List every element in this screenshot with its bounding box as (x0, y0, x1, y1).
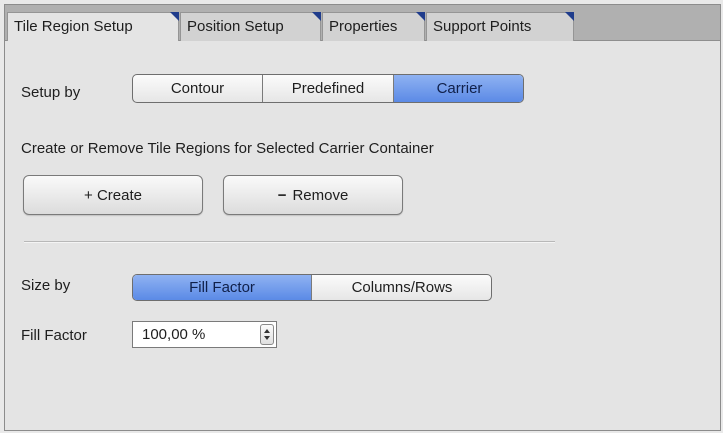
setup-by-contour-option[interactable]: Contour (133, 75, 263, 102)
spin-up-icon[interactable] (264, 329, 270, 333)
size-by-fill-factor-option[interactable]: Fill Factor (133, 275, 312, 300)
tab-support-points[interactable]: Support Points (426, 12, 574, 41)
tab-label: Tile Region Setup (14, 18, 133, 35)
tab-bar: Tile Region Setup Position Setup Propert… (5, 5, 720, 42)
tab-properties[interactable]: Properties (322, 12, 425, 41)
tab-label: Support Points (433, 18, 532, 35)
carrier-description-text: Create or Remove Tile Regions for Select… (21, 140, 434, 157)
fill-factor-label: Fill Factor (21, 327, 87, 344)
setup-by-label: Setup by (21, 84, 81, 101)
size-by-columns-rows-option[interactable]: Columns/Rows (312, 275, 491, 300)
fill-factor-value: 100,00 % (142, 326, 206, 343)
tab-position-setup[interactable]: Position Setup (180, 12, 321, 41)
setup-by-segmented-control: Contour Predefined Carrier (132, 74, 524, 103)
section-divider (24, 241, 555, 243)
tab-corner-marker (312, 12, 321, 21)
tab-corner-marker (170, 12, 179, 21)
tab-corner-marker (416, 12, 425, 21)
spin-down-icon[interactable] (264, 336, 270, 340)
setup-by-predefined-option[interactable]: Predefined (263, 75, 394, 102)
create-button[interactable]: + Create (23, 175, 203, 215)
tab-tile-region-setup[interactable]: Tile Region Setup (7, 12, 179, 42)
setup-by-carrier-option[interactable]: Carrier (394, 75, 523, 102)
tile-region-setup-panel: Setup by Contour Predefined Carrier Crea… (5, 41, 720, 430)
remove-button-label: Remove (292, 186, 349, 204)
size-by-label: Size by (21, 277, 71, 294)
tab-label: Position Setup (187, 18, 284, 35)
remove-button[interactable]: − Remove (223, 175, 403, 215)
tab-label: Properties (329, 18, 398, 35)
fill-factor-spinbox[interactable]: 100,00 % (132, 321, 277, 348)
minus-icon: − (277, 186, 287, 204)
tile-region-window: Tile Region Setup Position Setup Propert… (4, 4, 721, 431)
size-by-segmented-control: Fill Factor Columns/Rows (132, 274, 492, 301)
spin-buttons[interactable] (260, 324, 274, 345)
tab-corner-marker (565, 12, 574, 21)
create-button-label: + Create (84, 186, 142, 204)
